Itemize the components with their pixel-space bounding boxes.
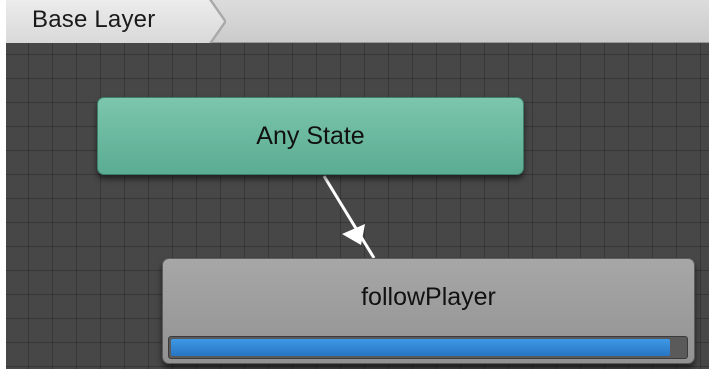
state-follow-player[interactable]: followPlayer [162, 258, 695, 364]
state-progress-bar [168, 336, 688, 359]
progress-fill [171, 339, 670, 356]
state-any-state[interactable]: Any State [97, 97, 524, 175]
animator-graph[interactable]: Base Layer Any State followPlayer [6, 0, 709, 369]
state-label: followPlayer [361, 283, 496, 311]
state-label: Any State [256, 121, 365, 150]
transition-line[interactable] [322, 175, 376, 259]
